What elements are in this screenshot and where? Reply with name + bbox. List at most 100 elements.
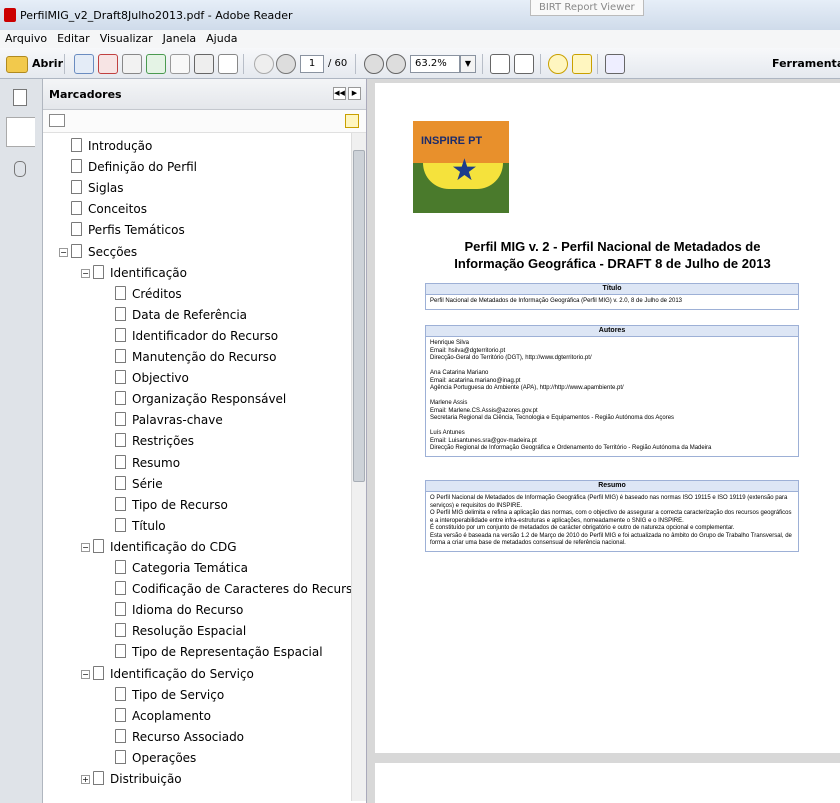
print-icon[interactable] (194, 54, 214, 74)
bookmark-item[interactable]: Recurso Associado (103, 728, 244, 749)
chevron-down-icon[interactable]: ▼ (460, 55, 476, 73)
fit-width-icon[interactable] (514, 54, 534, 74)
bookmark-icon (115, 433, 126, 448)
next-page-icon[interactable] (276, 54, 296, 74)
save-icon[interactable] (170, 54, 190, 74)
bookmark-item[interactable]: Resolução Espacial (103, 623, 246, 643)
toolbar-separator (597, 54, 598, 74)
bookmark-item[interactable]: Palavras-chave (103, 412, 223, 432)
bookmark-item[interactable]: Codificação de Caracteres do Recurso (103, 581, 360, 601)
edit-icon[interactable] (122, 54, 142, 74)
collapse-panel-icon[interactable]: ◀◀ (333, 87, 346, 100)
bookmark-item[interactable]: Resumo (103, 454, 181, 475)
summary-box-header: Resumo (426, 481, 798, 492)
tools-button[interactable]: Ferramenta (772, 57, 840, 70)
highlight-icon[interactable] (572, 54, 592, 74)
expand-bookmark-icon[interactable] (345, 114, 359, 128)
bookmark-item[interactable]: − Identificação do Serviço (81, 665, 254, 686)
bookmark-item[interactable]: Categoria Temática (103, 560, 248, 580)
bookmark-label: Identificador do Recurso (132, 328, 279, 343)
bookmark-item[interactable]: Introdução (59, 138, 152, 158)
share-icon[interactable] (146, 54, 166, 74)
fit-page-icon[interactable] (490, 54, 510, 74)
collapse-icon[interactable]: − (81, 542, 90, 552)
bookmark-icon (71, 201, 82, 216)
bookmark-item[interactable]: − Identificação do CDG (81, 538, 237, 559)
bookmark-item[interactable]: Tipo de Representação Espacial (103, 644, 323, 664)
bookmark-icon (115, 454, 126, 469)
scrollbar-thumb[interactable] (353, 150, 365, 482)
attachments-icon[interactable] (14, 161, 26, 177)
bookmark-label: Resolução Espacial (132, 624, 247, 639)
fullscreen-icon[interactable] (605, 54, 625, 74)
bookmark-item[interactable]: Créditos (103, 285, 182, 306)
bookmark-item[interactable]: − Identificação (81, 264, 187, 285)
bookmark-label: Operações (132, 750, 197, 765)
bookmark-item[interactable]: Organização Responsável (103, 391, 286, 411)
bookmark-item[interactable]: Operações (103, 749, 197, 770)
bookmark-item[interactable]: Objectivo (103, 370, 189, 390)
previous-page-icon[interactable] (254, 54, 274, 74)
export-pdf-icon[interactable] (98, 54, 118, 74)
bookmark-item[interactable]: Data de Referência (103, 306, 248, 327)
expand-icon[interactable]: + (81, 775, 90, 784)
bookmarks-tab-icon[interactable] (6, 117, 35, 147)
bookmark-item[interactable]: Série (103, 475, 163, 496)
page-number-input[interactable]: 1 (300, 55, 324, 73)
collapse-icon[interactable]: − (81, 268, 90, 278)
bookmark-label: Restrições (132, 434, 194, 449)
bookmark-label: Codificação de Caracteres do Recurso (132, 582, 360, 597)
email-icon[interactable] (218, 54, 238, 74)
open-button[interactable]: Abrir (32, 57, 63, 70)
zoom-in-icon[interactable] (386, 54, 406, 74)
collapse-icon[interactable]: − (81, 669, 90, 679)
menu-visualizar[interactable]: Visualizar (95, 30, 158, 47)
bookmark-label: Identificação do Serviço (110, 666, 254, 681)
bookmark-item[interactable]: Tipo de Recurso (103, 496, 228, 517)
bookmark-label: Manutenção do Recurso (132, 350, 277, 364)
toolbar-separator (355, 54, 356, 74)
summary-box: Resumo O Perfil Nacional de Metadados de… (425, 480, 799, 552)
bookmark-icon (115, 602, 126, 617)
options-icon[interactable] (49, 114, 65, 127)
create-pdf-icon[interactable] (74, 54, 94, 74)
menu-bar: Arquivo Editar Visualizar Janela Ajuda (0, 30, 840, 49)
bookmark-label: Série (132, 476, 163, 491)
bookmark-item[interactable]: Definição do Perfil (59, 159, 197, 179)
zoom-out-icon[interactable] (364, 54, 384, 74)
collapse-icon[interactable]: − (59, 247, 68, 257)
bookmark-item[interactable]: Conceitos (59, 201, 147, 221)
comment-icon[interactable] (548, 54, 568, 74)
bookmark-item[interactable]: Idioma do Recurso (103, 602, 243, 622)
panel-arrow-icon[interactable]: ▶ (348, 87, 361, 100)
bookmark-item[interactable]: Perfis Temáticos (59, 222, 185, 242)
bookmark-icon (115, 412, 126, 427)
page-total: / 60 (328, 58, 348, 69)
folder-icon[interactable] (6, 56, 28, 73)
zoom-select[interactable]: 63.2% (410, 55, 460, 73)
bookmark-label: Distribuição (110, 772, 182, 786)
bookmark-label: Resumo (132, 455, 181, 470)
navigation-pane (0, 79, 43, 803)
bookmark-item[interactable]: − Secções (59, 243, 137, 264)
pages-icon[interactable] (13, 89, 27, 106)
title-box-text: Perfil Nacional de Metadados de Informaç… (430, 298, 683, 304)
bookmark-item[interactable]: + Distribuição (81, 771, 182, 791)
bookmark-item[interactable]: Título (103, 517, 166, 538)
bookmark-item[interactable]: Acoplamento (103, 707, 211, 728)
authors-box-header: Autores (426, 326, 798, 337)
bookmark-item[interactable]: Identificador do Recurso (103, 327, 279, 348)
menu-editar[interactable]: Editar (52, 30, 95, 47)
bookmark-item[interactable]: Restrições (103, 433, 194, 453)
bookmark-label: Data de Referência (132, 307, 248, 322)
title-box-header: Título (426, 284, 798, 295)
menu-janela[interactable]: Janela (158, 30, 202, 47)
bookmark-label: Idioma do Recurso (132, 603, 244, 618)
toolbar: Abrir 1 / 60 63.2% ▼ Ferramenta (0, 48, 840, 79)
bookmark-item[interactable]: Tipo de Serviço (103, 686, 224, 707)
bookmark-item[interactable]: Manutenção do Recurso (103, 349, 276, 369)
menu-ajuda[interactable]: Ajuda (201, 30, 242, 47)
bookmark-label: Organização Responsável (132, 392, 287, 407)
bookmark-item[interactable]: Siglas (59, 180, 124, 200)
menu-arquivo[interactable]: Arquivo (0, 30, 52, 47)
